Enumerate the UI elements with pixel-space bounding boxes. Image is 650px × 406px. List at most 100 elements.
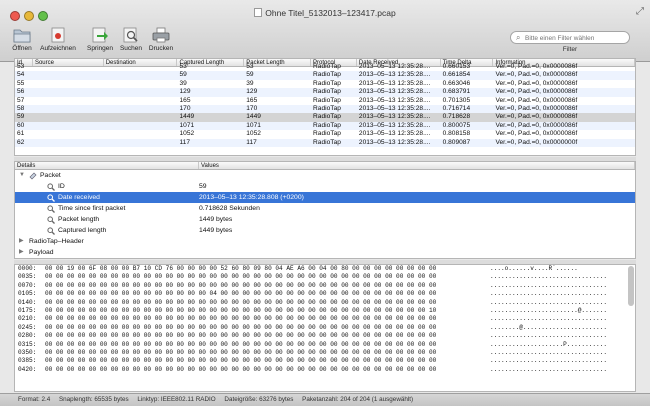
details-field-name: Payload — [29, 249, 54, 256]
open-label: Öffnen — [12, 45, 32, 52]
packet-row[interactable]: 57 165 165 RadioTap 2013–05–13 12:35:28.... 0… — [15, 97, 635, 105]
col-time-delta-cell: 0.683791 — [442, 88, 471, 96]
magnifier-icon — [47, 205, 55, 213]
col-protocol-cell: RadioTap — [313, 121, 341, 129]
hex-bytes: 00 00 00 00 00 00 00 00 00 00 00 00 00 0… — [45, 306, 437, 314]
col-information-cell: Ver.=0, Pad.=0, 0x0000086f — [495, 121, 578, 129]
packet-row[interactable]: 59 1449 1449 RadioTap 2013–05–13 12:35:28...… — [15, 113, 635, 122]
print-label: Drucken — [148, 45, 174, 52]
packet-list-body: 53 53 53 RadioTap 2013–05–13 12:35:28.... 0.6… — [15, 63, 635, 147]
details-row[interactable]: ▶ RadioTap–Header — [15, 236, 635, 247]
col-source-cell — [33, 97, 104, 105]
col-time-delta-cell: 0.701305 — [442, 96, 471, 104]
col-destination-cell — [104, 105, 178, 113]
details-field-name: ID — [58, 183, 65, 190]
col-destination-cell — [104, 80, 178, 88]
values-column-header[interactable]: Values — [199, 162, 635, 169]
hex-bytes: 00 00 00 00 00 00 00 00 00 00 00 00 00 0… — [45, 348, 437, 356]
packet-row[interactable]: 61 1052 1052 RadioTap 2013–05–13 12:35:28...… — [15, 130, 635, 138]
details-field-name: Time since first packet — [58, 205, 126, 212]
hex-row: 0245: 00 00 00 00 00 00 00 00 00 00 00 00… — [15, 324, 635, 332]
hex-bytes: 00 00 00 00 00 00 00 00 00 00 00 00 00 0… — [45, 298, 437, 306]
hex-bytes: 00 00 00 00 00 00 00 00 00 00 00 00 00 0… — [45, 273, 437, 281]
hex-row: 0350: 00 00 00 00 00 00 00 00 00 00 00 00… — [15, 349, 635, 357]
packet-row[interactable]: 60 1071 1071 RadioTap 2013–05–13 12:35:28...… — [15, 121, 635, 131]
col-packet-length-cell: 1071 — [246, 121, 261, 129]
col-captured-length-cell: 165 — [179, 96, 191, 104]
magnifier-icon — [47, 227, 55, 235]
col-date-received-cell: 2013–05–13 12:35:28.... — [358, 96, 431, 104]
col-protocol-cell: RadioTap — [313, 79, 341, 87]
col-captured-length-cell: 39 — [179, 79, 187, 87]
open-button[interactable]: Öffnen — [4, 26, 40, 52]
hex-offset: 0140: — [18, 298, 37, 306]
packet-row[interactable]: 54 59 59 RadioTap 2013–05–13 12:35:28.... 0.6… — [15, 71, 635, 80]
fullscreen-icon[interactable]: ⤢ — [636, 6, 644, 17]
search-icon: ⌕ — [516, 33, 521, 42]
packet-row[interactable]: 53 53 53 RadioTap 2013–05–13 12:35:28.... 0.6… — [15, 63, 635, 71]
hex-row: 0000: 00 00 19 00 6F 08 00 00 B7 10 CD 76… — [15, 265, 635, 273]
details-field-name: RadioTap–Header — [29, 238, 84, 245]
details-field-name: Packet — [40, 172, 61, 179]
col-source-cell — [33, 130, 104, 138]
col-packet-length-cell: 53 — [246, 63, 254, 70]
details-row[interactable]: ▼ Packet — [15, 170, 635, 181]
col-packet-length-cell: 39 — [246, 79, 254, 87]
details-row[interactable]: Packet length 1449 bytes — [15, 214, 635, 225]
record-label: Aufzeichnen — [40, 45, 76, 52]
filter-label: Filter — [562, 46, 578, 53]
col-packet-length-cell: 117 — [246, 138, 257, 146]
packet-row[interactable]: 55 39 39 RadioTap 2013–05–13 12:35:28.... 0.6… — [15, 80, 635, 88]
hex-offset: 0350: — [18, 348, 37, 356]
col-captured-length-cell: 1052 — [179, 130, 195, 138]
col-source-cell — [33, 88, 104, 96]
col-information-cell: Ver.=0, Pad.=0, 0x0000086f — [495, 96, 578, 104]
col-id-cell: 59 — [17, 113, 25, 121]
record-button[interactable]: Aufzeichnen — [40, 26, 76, 52]
packet-row[interactable]: 62 117 117 RadioTap 2013–05–13 12:35:28.... 0… — [15, 138, 635, 147]
col-source-cell — [33, 113, 104, 121]
col-source-cell — [33, 139, 104, 147]
col-destination-cell — [104, 71, 178, 79]
hex-scrollbar[interactable] — [628, 266, 634, 306]
disclosure-collapsed-icon[interactable]: ▶ — [19, 247, 24, 258]
hex-ascii: ....................P........... — [490, 340, 608, 348]
details-row[interactable]: ID 59 — [15, 181, 635, 192]
hex-bytes: 00 00 00 00 00 00 00 00 00 00 00 00 00 0… — [45, 315, 437, 323]
col-packet-length-cell: 165 — [246, 96, 258, 104]
filter-input[interactable] — [525, 33, 627, 43]
hex-ascii: ................................ — [490, 290, 608, 298]
hex-dump-view[interactable]: 0000: 00 00 19 00 6F 08 00 00 B7 10 CD 76… — [14, 264, 636, 392]
packet-row[interactable]: 56 129 129 RadioTap 2013–05–13 12:35:28.... 0… — [15, 88, 635, 97]
packet-details-tree[interactable]: Details Values ▼ Packet ID 59 Date received 2… — [14, 161, 636, 259]
hex-row: 0140: 00 00 00 00 00 00 00 00 00 00 00 00… — [15, 299, 635, 307]
col-id-cell: 55 — [17, 79, 25, 87]
filter-search-field[interactable]: ⌕ — [510, 31, 630, 44]
col-information-cell: Ver.=0, Pad.=0, 0x0000086f — [495, 113, 578, 121]
col-id-cell: 61 — [17, 130, 25, 138]
col-time-delta-cell: 0.660153 — [442, 63, 471, 70]
disclosure-expanded-icon[interactable]: ▼ — [19, 170, 25, 181]
hex-bytes: 00 00 00 00 00 00 00 00 00 00 00 00 00 0… — [45, 365, 437, 373]
col-destination-cell — [104, 63, 178, 71]
hex-dump-body: 0000: 00 00 19 00 6F 08 00 00 B7 10 CD 76… — [15, 265, 635, 374]
col-protocol-cell: RadioTap — [313, 63, 341, 70]
details-field-value: 0.718628 Sekunden — [199, 205, 260, 212]
col-time-delta-cell: 0.809087 — [442, 138, 471, 146]
details-row[interactable]: Captured length 1449 bytes — [15, 225, 635, 236]
disclosure-collapsed-icon[interactable]: ▶ — [19, 236, 24, 247]
packet-row[interactable]: 58 170 170 RadioTap 2013–05–13 12:35:28.... 0… — [15, 104, 635, 114]
hex-ascii: ................................ — [490, 298, 608, 306]
col-packet-length-cell: 170 — [246, 104, 258, 112]
packet-list-table[interactable]: Id Source Destination Captured Length Packet… — [14, 58, 636, 156]
status-format: Format: 2.4 — [18, 396, 51, 403]
col-date-received-cell: 2013–05–13 12:35:28.... — [358, 63, 431, 70]
details-row[interactable]: Time since first packet 0.718628 Sekunden — [15, 203, 635, 214]
details-row[interactable]: Date received 2013–05–13 12:35:28.808 (+0… — [15, 192, 635, 203]
hex-ascii: ........@....................... — [490, 323, 608, 331]
hex-offset: 0385: — [18, 357, 37, 365]
details-header: Details Values — [15, 162, 635, 170]
details-column-header[interactable]: Details — [15, 162, 199, 169]
details-row[interactable]: ▶ Payload — [15, 247, 635, 258]
print-button[interactable]: Drucken — [143, 26, 179, 52]
